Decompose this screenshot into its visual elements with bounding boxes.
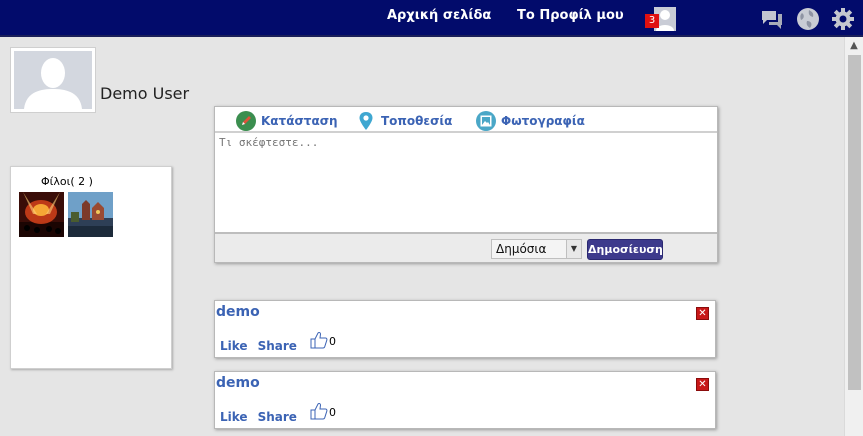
friends-title: Φίλοι( 2 ) [41, 175, 93, 188]
thumbs-up-icon [310, 402, 328, 420]
globe-icon[interactable] [796, 7, 820, 31]
like-count: 0 [329, 335, 336, 348]
chat-icon[interactable] [760, 7, 784, 31]
status-textarea[interactable] [215, 134, 717, 232]
like-link[interactable]: Like [220, 339, 248, 353]
tab-location-label: Τοποθεσία [381, 114, 453, 128]
privacy-select[interactable]: Δημόσια ▼ [491, 239, 582, 259]
friend-requests-notification[interactable]: 3 [645, 7, 676, 31]
scroll-up-arrow-icon[interactable]: ▲ [845, 39, 863, 53]
profile-name: Demo User [100, 84, 190, 103]
composer-tabs: Κατάσταση Τοποθεσία Φωτογραφία [215, 107, 717, 133]
friends-panel: Φίλοι( 2 ) [10, 166, 172, 369]
like-link[interactable]: Like [220, 410, 248, 424]
photo-icon [476, 111, 496, 131]
location-pin-icon [356, 111, 376, 131]
default-avatar-silhouette-icon [24, 58, 82, 109]
post-actions: Like Share [220, 410, 297, 424]
page-scrollbar[interactable]: ▲ [844, 37, 863, 436]
tab-status[interactable]: Κατάσταση [236, 111, 338, 131]
privacy-select-value: Δημόσια [496, 242, 547, 256]
tab-photo[interactable]: Φωτογραφία [476, 111, 585, 131]
like-counter: 0 [310, 402, 336, 420]
tab-location[interactable]: Τοποθεσία [356, 112, 452, 130]
thumbs-up-icon [310, 331, 328, 349]
friend-avatar-castle[interactable] [68, 192, 113, 237]
post-actions: Like Share [220, 339, 297, 353]
delete-post-icon[interactable]: ✕ [696, 378, 709, 391]
composer-footer: Δημόσια ▼ Δημοσίευση [215, 232, 717, 262]
feed-post: demo ✕ Like Share 0 [214, 300, 716, 358]
post-author-link[interactable]: demo [216, 375, 260, 391]
feed-post: demo ✕ Like Share 0 [214, 371, 716, 429]
like-counter: 0 [310, 331, 336, 349]
pencil-icon [236, 111, 256, 131]
gear-icon[interactable] [831, 7, 855, 31]
tab-status-label: Κατάσταση [261, 114, 338, 128]
delete-post-icon[interactable]: ✕ [696, 307, 709, 320]
friend-avatar-concert[interactable] [19, 192, 64, 237]
publish-button[interactable]: Δημοσίευση [587, 239, 663, 260]
share-link[interactable]: Share [258, 339, 297, 353]
like-count: 0 [329, 406, 336, 419]
status-composer: Κατάσταση Τοποθεσία Φωτογραφία Δημόσια ▼… [214, 106, 718, 263]
nav-home-link[interactable]: Αρχική σελίδα [387, 8, 491, 23]
tab-photo-label: Φωτογραφία [501, 114, 585, 128]
top-navbar: Αρχική σελίδα Το Προφίλ μου 3 [0, 0, 863, 37]
chevron-down-icon: ▼ [566, 240, 581, 258]
scroll-thumb[interactable] [848, 55, 861, 390]
notification-badge: 3 [645, 14, 659, 28]
profile-avatar[interactable] [10, 47, 96, 113]
nav-profile-link[interactable]: Το Προφίλ μου [517, 8, 624, 23]
share-link[interactable]: Share [258, 410, 297, 424]
post-author-link[interactable]: demo [216, 304, 260, 320]
